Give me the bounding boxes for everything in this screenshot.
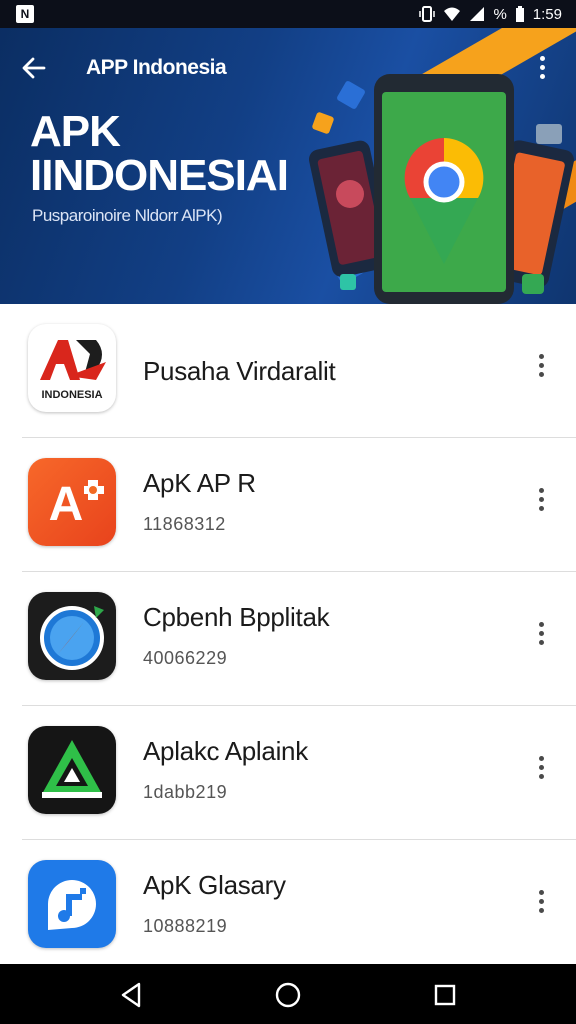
app-name: Aplakc Aplaink <box>143 736 308 766</box>
app-subtitle: 10888219 <box>143 916 228 936</box>
orange-a-icon: A <box>28 458 116 546</box>
navigation-bar <box>0 964 576 1024</box>
app-subtitle: 11868312 <box>143 514 226 534</box>
app-name: Pusaha Virdaralit <box>143 356 336 386</box>
overflow-menu-icon[interactable] <box>530 890 552 922</box>
app-subtitle: 40066229 <box>143 648 228 668</box>
icon-text: A <box>49 478 84 531</box>
compass-icon <box>28 592 116 680</box>
icon-text: INDONESIA <box>41 389 102 401</box>
app-subtitle: 1dabb219 <box>143 782 228 802</box>
hero-subtitle: Pusparoinoire Nldorr AlPK) <box>32 206 223 225</box>
hero-title-line1: APK <box>30 107 121 156</box>
apk-indonesia-logo-icon: INDONESIA <box>28 324 116 412</box>
overflow-menu-icon[interactable] <box>530 622 552 654</box>
clock: 1:59 <box>532 5 562 23</box>
vibrate-icon <box>419 6 436 22</box>
list-item[interactable]: INDONESIA Pusaha Virdaralit <box>0 304 576 438</box>
hero-title: APK IINDONESIAI <box>30 107 289 200</box>
header-banner: APP Indonesia APK IINDONESIAI Pusparoino… <box>0 28 576 304</box>
overflow-menu-icon[interactable] <box>530 488 552 520</box>
app-list: INDONESIA Pusaha Virdaralit A ApK AP R 1… <box>0 304 576 974</box>
hero-title-line2: IINDONESIAI <box>30 151 289 200</box>
overflow-menu-icon[interactable] <box>530 354 552 386</box>
status-bar: N % 1:59 <box>0 0 576 28</box>
recents-nav-icon[interactable] <box>430 980 460 1010</box>
home-nav-icon[interactable] <box>273 980 303 1010</box>
notification-icon: N <box>16 5 34 23</box>
list-item[interactable]: ApK Glasary 10888219 <box>0 840 576 974</box>
overflow-menu-icon[interactable] <box>530 756 552 788</box>
list-item[interactable]: Cpbenh Bpplitak 40066229 <box>0 572 576 706</box>
list-item[interactable]: A ApK AP R 11868312 <box>0 438 576 572</box>
phones-illustration <box>309 74 574 304</box>
battery-icon <box>515 5 524 22</box>
app-name: ApK Glasary <box>143 870 286 900</box>
list-item[interactable]: Aplakc Aplaink 1dabb219 <box>0 706 576 840</box>
green-triangle-icon <box>28 726 116 814</box>
app-bar-title: APP Indonesia <box>86 56 227 79</box>
battery-percent: % <box>493 5 507 23</box>
app-name: Cpbenh Bpplitak <box>143 602 330 632</box>
app-name: ApK AP R <box>143 468 256 498</box>
blue-music-icon <box>28 860 116 948</box>
signal-icon <box>470 7 485 21</box>
wifi-icon <box>444 7 461 21</box>
back-nav-icon[interactable] <box>117 980 147 1010</box>
back-arrow-icon[interactable] <box>20 54 48 82</box>
